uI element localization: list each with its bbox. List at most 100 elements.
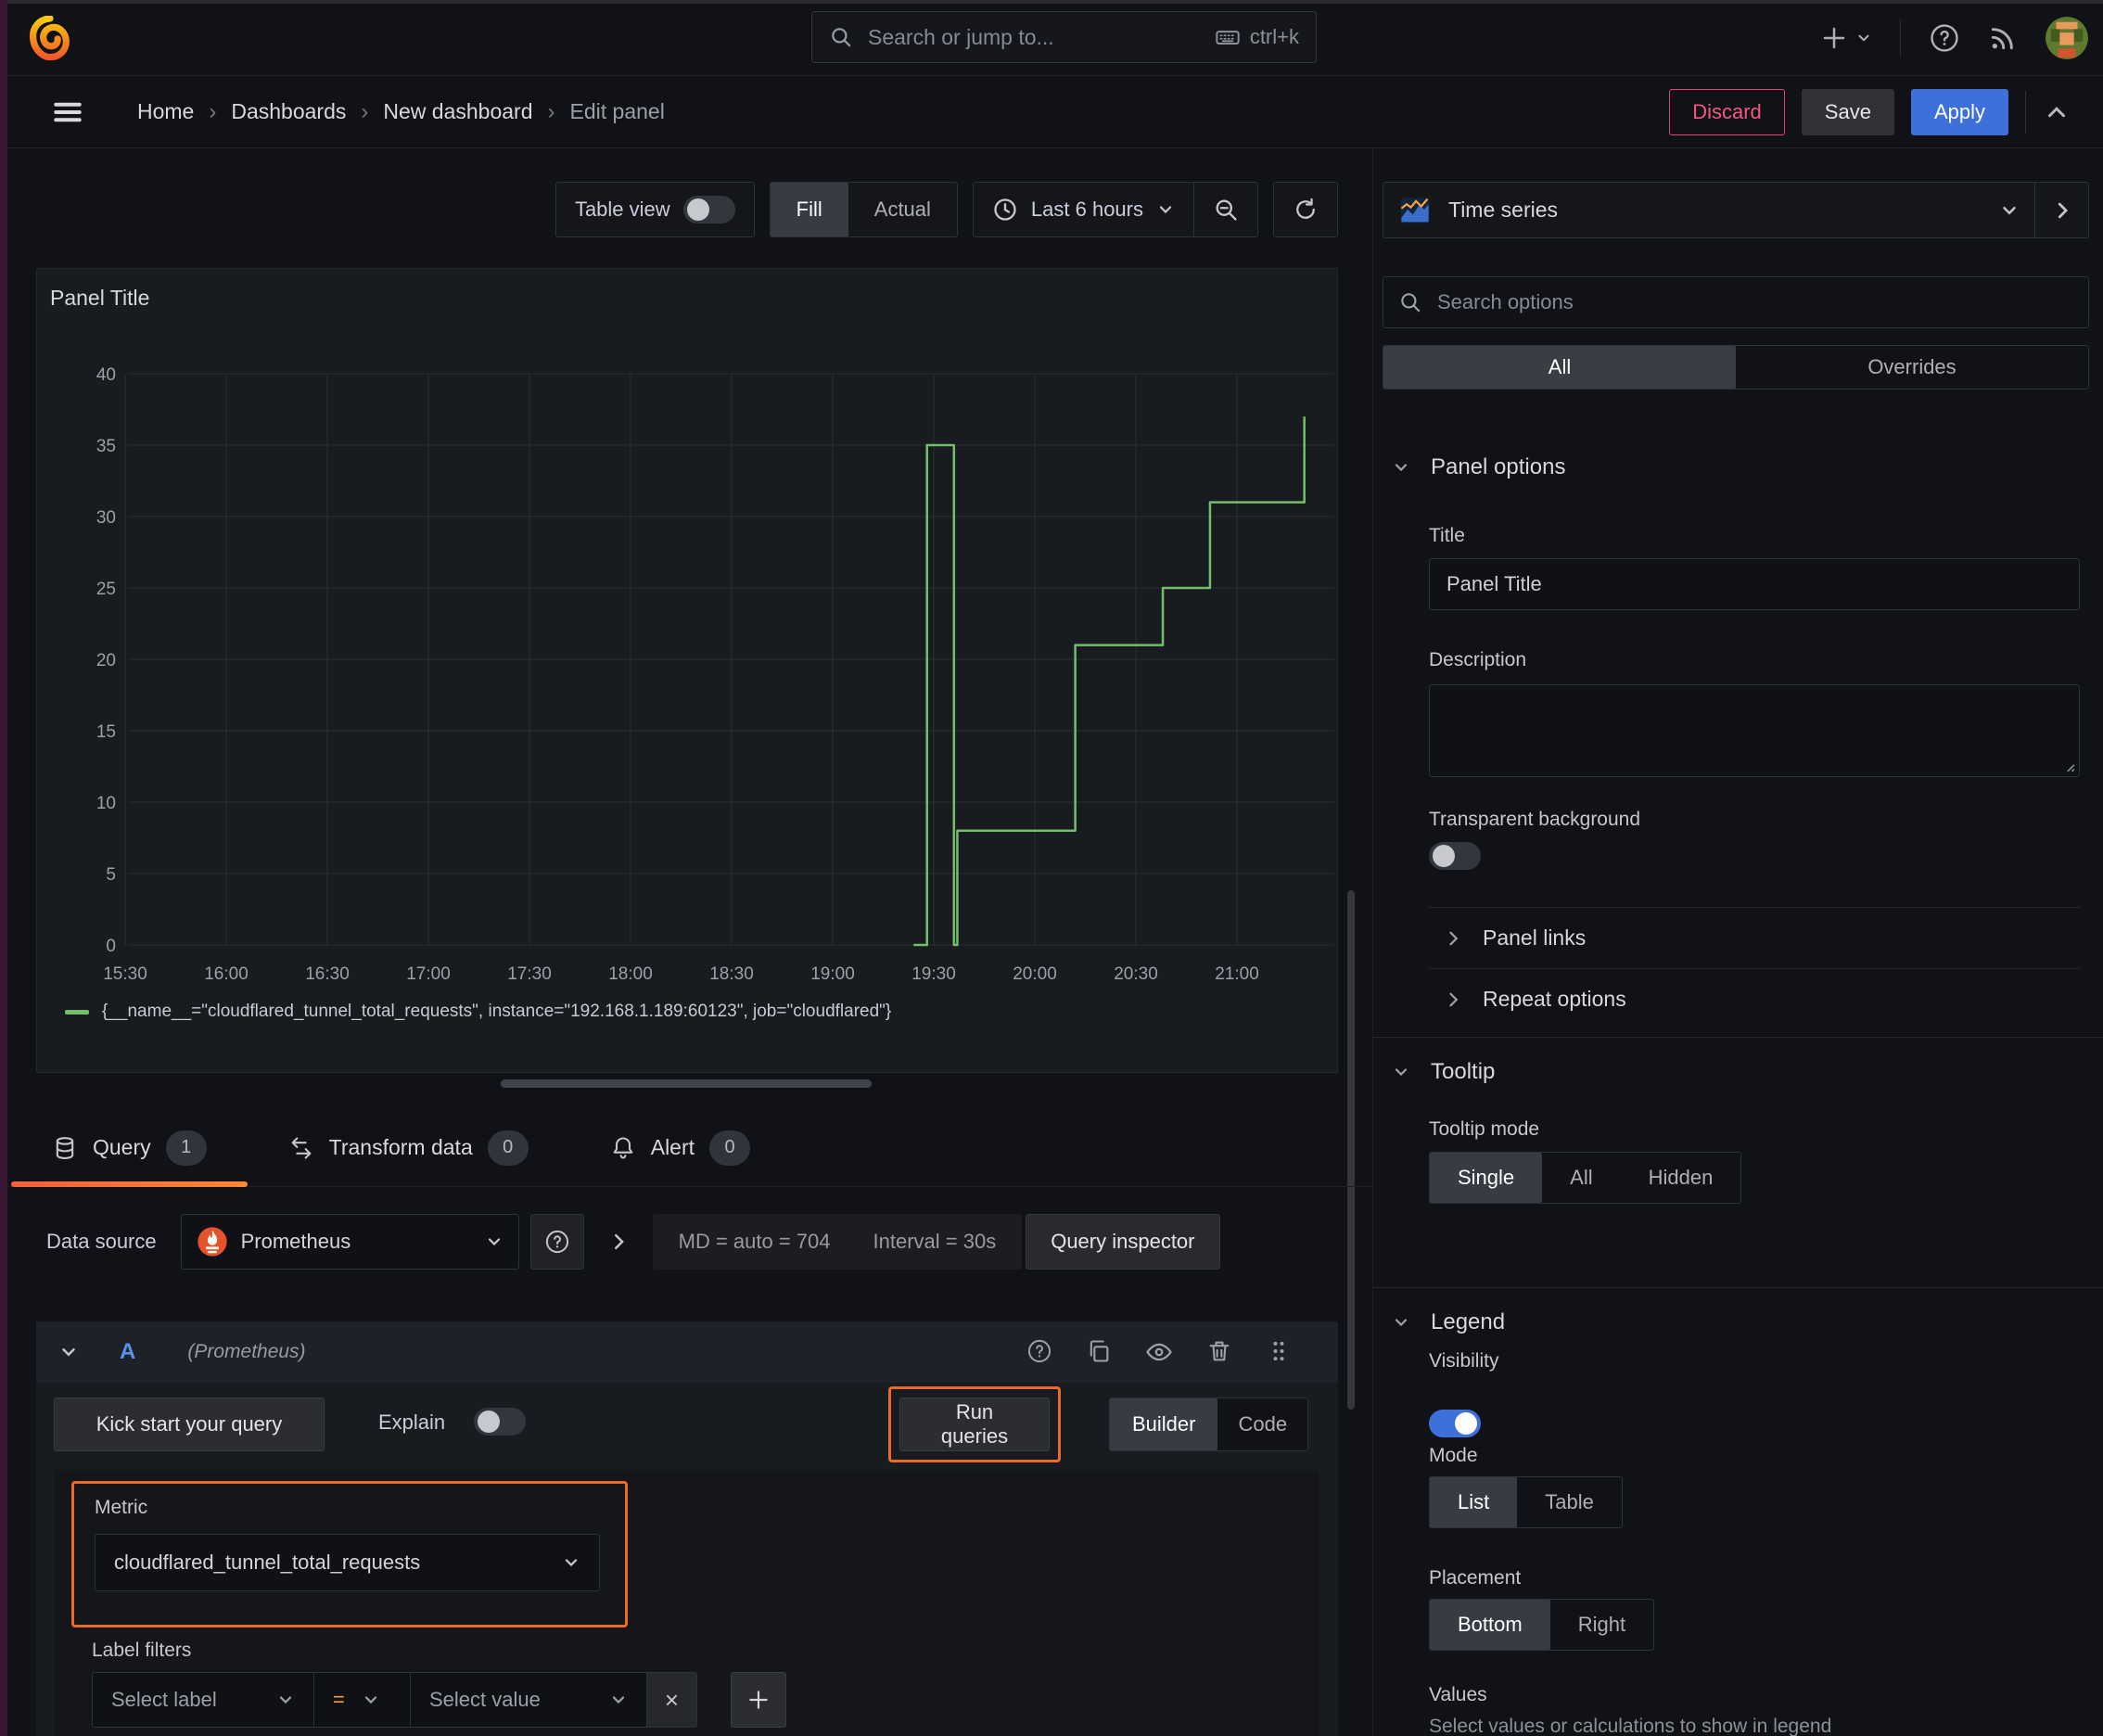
builder-option[interactable]: Builder (1110, 1398, 1218, 1450)
prometheus-icon (197, 1227, 227, 1257)
breadcrumb-new-dashboard[interactable]: New dashboard (383, 99, 532, 124)
zoom-out-button[interactable] (1194, 197, 1257, 223)
tooltip-single-option[interactable]: Single (1430, 1153, 1543, 1203)
query-inspector-button[interactable]: Query inspector (1026, 1214, 1220, 1270)
svg-text:18:00: 18:00 (608, 964, 653, 984)
legend-bottom-option[interactable]: Bottom (1430, 1600, 1550, 1650)
help-circle-icon (545, 1230, 568, 1254)
search-input[interactable] (866, 23, 1202, 51)
discard-button[interactable]: Discard (1669, 89, 1785, 135)
visualization-bar: Time series (1383, 182, 2089, 238)
description-textarea[interactable] (1429, 684, 2080, 777)
menu-toggle-button[interactable] (51, 96, 84, 129)
zoom-out-icon (1216, 199, 1237, 221)
breadcrumb-dashboards[interactable]: Dashboards (231, 99, 346, 124)
select-label-dropdown[interactable]: Select label (92, 1672, 314, 1728)
global-search[interactable]: ctrl+k (811, 11, 1317, 63)
tooltip-header[interactable]: Tooltip (1392, 1059, 1495, 1085)
tooltip-hidden-option[interactable]: Hidden (1621, 1153, 1741, 1203)
query-options-summary[interactable]: MD = auto = 704 Interval = 30s (652, 1214, 1023, 1270)
breadcrumb-separator: › (209, 98, 217, 124)
chevron-down-icon (565, 1559, 578, 1567)
avatar[interactable] (2046, 17, 2088, 59)
title-input[interactable] (1429, 558, 2080, 610)
datasource-picker[interactable]: Prometheus (180, 1214, 519, 1270)
kickstart-button[interactable]: Kick start your query (54, 1398, 325, 1451)
metric-select[interactable]: cloudflared_tunnel_total_requests (95, 1534, 600, 1591)
fill-option[interactable]: Fill (770, 183, 848, 236)
legend-mode-switch: List Table (1429, 1476, 1623, 1528)
time-series-chart[interactable]: 0 5 10 15 20 25 30 35 40 15:30 16:00 16:30 17:00 17:3… (37, 269, 1339, 997)
collapse-query-button[interactable] (58, 1342, 79, 1362)
legend-header[interactable]: Legend (1392, 1309, 1505, 1335)
drag-query-handle[interactable] (1266, 1338, 1292, 1366)
transparent-background-toggle[interactable] (1429, 842, 1481, 870)
save-button[interactable]: Save (1801, 89, 1894, 135)
apply-button[interactable]: Apply (1910, 89, 2008, 135)
collapse-sidebar-button[interactable] (2034, 183, 2088, 237)
legend-visibility-toggle[interactable] (1429, 1410, 1481, 1437)
grafana-logo[interactable] (28, 16, 72, 60)
topbar-icons (1820, 0, 2088, 76)
expand-options-button[interactable] (608, 1232, 629, 1252)
window-top-edge (0, 0, 2103, 4)
select-value-dropdown[interactable]: Select value (411, 1672, 647, 1728)
actual-option[interactable]: Actual (848, 183, 957, 236)
tooltip-mode-label: Tooltip mode (1429, 1118, 1540, 1140)
tab-query[interactable]: Query 1 (11, 1109, 248, 1187)
tab-transform[interactable]: Transform data 0 (248, 1109, 569, 1187)
svg-text:30: 30 (96, 508, 116, 528)
time-range-label: Last 6 hours (1030, 198, 1143, 221)
add-filter-button[interactable] (731, 1672, 786, 1728)
toggle-query-visibility-button[interactable] (1145, 1338, 1173, 1366)
news-button[interactable] (1988, 23, 2018, 53)
operator-dropdown[interactable]: = (314, 1672, 411, 1728)
query-ref-id[interactable]: A (120, 1339, 135, 1365)
query-help-button[interactable] (1026, 1338, 1052, 1366)
breadcrumb-home[interactable]: Home (137, 99, 194, 124)
panel-links-header[interactable]: Panel links (1444, 925, 1586, 951)
legend-list-option[interactable]: List (1430, 1477, 1518, 1527)
bell-icon (613, 1136, 633, 1159)
metric-label: Metric (95, 1497, 148, 1518)
run-queries-button[interactable]: Run queries (899, 1398, 1050, 1451)
options-search[interactable] (1383, 276, 2089, 328)
remove-filter-button[interactable]: × (647, 1672, 697, 1728)
chevron-right-icon (2058, 202, 2068, 218)
delete-query-button[interactable] (1206, 1338, 1232, 1366)
pane-resize-handle[interactable] (501, 1079, 872, 1088)
table-view-toggle[interactable] (682, 196, 735, 223)
repeat-options-header[interactable]: Repeat options (1444, 987, 1626, 1012)
visibility-label: Visibility (1429, 1350, 1499, 1372)
legend-table-option[interactable]: Table (1517, 1477, 1622, 1527)
datasource-help-button[interactable] (529, 1214, 584, 1270)
query-row-header[interactable]: A (Prometheus) (36, 1321, 1338, 1383)
tab-alert[interactable]: Alert 0 (569, 1109, 791, 1187)
new-menu-button[interactable] (1820, 24, 1872, 52)
visualization-picker[interactable]: Time series (1383, 183, 2034, 237)
duplicate-query-button[interactable] (1086, 1338, 1112, 1366)
svg-text:18:30: 18:30 (709, 964, 754, 984)
svg-text:16:00: 16:00 (204, 964, 249, 984)
svg-text:15:30: 15:30 (103, 964, 147, 984)
options-search-input[interactable] (1435, 289, 2073, 315)
builder-code-switch: Builder Code (1109, 1398, 1309, 1451)
code-option[interactable]: Code (1217, 1398, 1307, 1450)
collapse-header-button[interactable] (2043, 98, 2071, 126)
keyboard-icon (1216, 31, 1240, 45)
tab-overrides[interactable]: Overrides (1736, 346, 2088, 389)
resize-corner-icon[interactable] (2062, 760, 2075, 772)
hamburger-icon (54, 102, 82, 121)
legend-right-option[interactable]: Right (1550, 1600, 1653, 1650)
chart-legend[interactable]: {__name__="cloudflared_tunnel_total_requ… (65, 1002, 891, 1022)
panel-options-header[interactable]: Panel options (1392, 454, 1565, 480)
time-range-picker[interactable]: Last 6 hours (974, 197, 1193, 223)
table-view-label: Table view (574, 198, 670, 221)
tooltip-all-option[interactable]: All (1542, 1153, 1620, 1203)
refresh-button[interactable] (1274, 197, 1337, 223)
legend-placement-switch: Bottom Right (1429, 1599, 1655, 1651)
explain-toggle[interactable] (474, 1408, 526, 1436)
tab-all-options[interactable]: All (1383, 346, 1736, 389)
topbar-divider (1900, 19, 1901, 57)
help-button[interactable] (1929, 22, 1960, 54)
